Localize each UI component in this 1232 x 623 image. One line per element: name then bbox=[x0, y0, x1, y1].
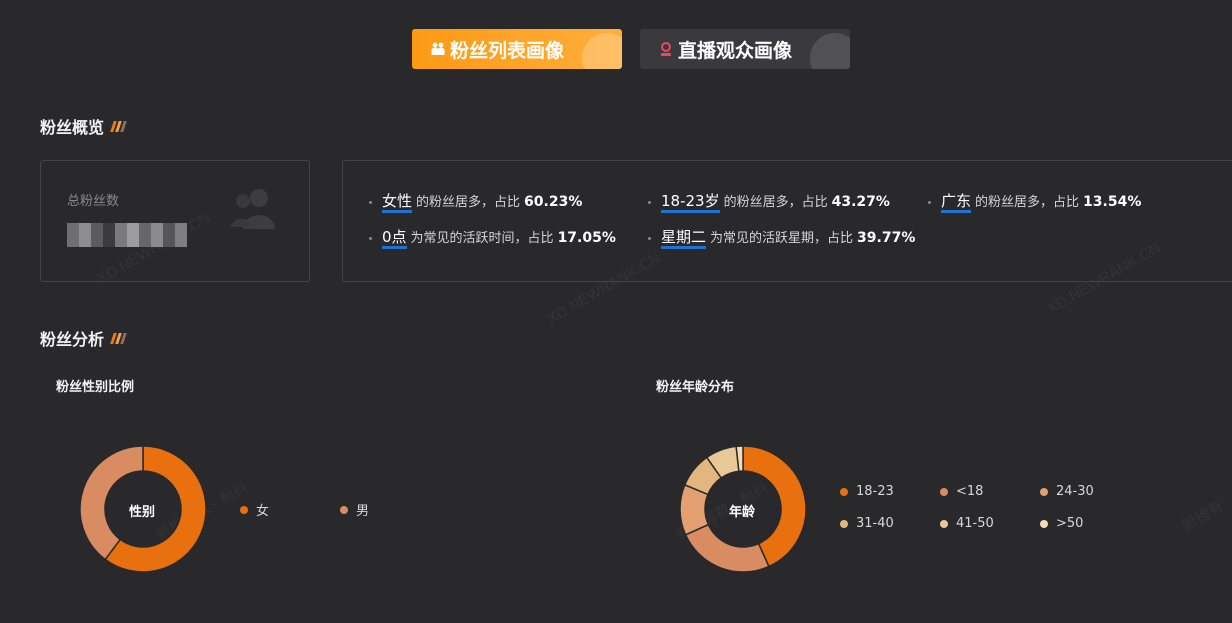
legend-label: 24-30 bbox=[1056, 484, 1094, 499]
legend-label: >50 bbox=[1056, 516, 1084, 531]
section-title-text: 粉丝分析 bbox=[40, 330, 105, 349]
donut-slice-<18[interactable] bbox=[684, 523, 770, 573]
legend-label: <18 bbox=[956, 484, 984, 499]
legend-item[interactable]: <18 bbox=[940, 484, 983, 499]
stat-gender: 女性 的粉丝居多，占比 60.23% bbox=[369, 191, 582, 213]
watermark: 新榜有 bbox=[1179, 497, 1227, 535]
stat-key: 0点 bbox=[382, 228, 407, 249]
tab-decoration bbox=[582, 33, 622, 69]
legend-dot bbox=[840, 487, 848, 496]
stat-text: 的粉丝居多，占比 bbox=[975, 195, 1080, 210]
stat-text: 的粉丝居多，占比 bbox=[416, 195, 521, 210]
section-title-analysis: 粉丝分析 bbox=[40, 326, 127, 350]
fans-group-icon bbox=[230, 189, 275, 229]
section-title-overview: 粉丝概览 bbox=[40, 114, 127, 138]
legend-label: 女 bbox=[256, 504, 270, 519]
users-icon bbox=[430, 41, 446, 57]
tab-decoration bbox=[810, 33, 850, 69]
legend-dot bbox=[840, 519, 848, 528]
bullet bbox=[648, 236, 651, 240]
page: XD.NEWRANK.CN XD.NEWRANK.CN XD.NEWRANK.C… bbox=[0, 0, 1232, 623]
legend-item[interactable]: 18-23 bbox=[840, 484, 894, 499]
legend-item[interactable]: 24-30 bbox=[1040, 484, 1094, 499]
stat-pct: 39.77% bbox=[857, 230, 916, 246]
section-title-text: 粉丝概览 bbox=[40, 118, 105, 137]
total-fans-label: 总粉丝数 bbox=[67, 194, 120, 209]
stat-age: 18-23岁 的粉丝居多，占比 43.27% bbox=[648, 191, 890, 213]
tab-label: 粉丝列表画像 bbox=[450, 39, 565, 62]
legend-dot bbox=[940, 519, 948, 528]
title-decoration-icon bbox=[110, 120, 127, 132]
stat-key: 18-23岁 bbox=[661, 192, 720, 213]
title-decoration-icon bbox=[110, 332, 127, 344]
gender-center-label: 性别 bbox=[129, 505, 156, 520]
total-fans-value-blurred bbox=[67, 223, 187, 247]
stat-active-weekday: 星期二 为常见的活跃星期，占比 39.77% bbox=[648, 227, 915, 249]
stat-key: 星期二 bbox=[661, 228, 707, 249]
legend-label: 18-23 bbox=[856, 484, 894, 499]
gender-chart-title: 粉丝性别比例 bbox=[56, 380, 135, 395]
stat-key: 广东 bbox=[941, 192, 972, 213]
legend-item[interactable]: 男 bbox=[340, 500, 369, 519]
tab-fan-list-portrait[interactable]: 粉丝列表画像 bbox=[412, 29, 622, 69]
stat-active-time: 0点 为常见的活跃时间，占比 17.05% bbox=[369, 227, 616, 249]
stat-text: 的粉丝居多，占比 bbox=[723, 195, 828, 210]
legend-item[interactable]: 女 bbox=[240, 500, 269, 519]
stat-text: 为常见的活跃时间，占比 bbox=[410, 231, 554, 246]
legend-item[interactable]: >50 bbox=[1040, 516, 1083, 531]
portrait-tabs: 粉丝列表画像 直播观众画像 bbox=[412, 29, 850, 69]
bullet bbox=[369, 236, 372, 240]
stat-pct: 43.27% bbox=[831, 194, 890, 210]
legend-dot bbox=[340, 505, 348, 514]
legend-dot bbox=[240, 505, 248, 514]
tab-live-audience-portrait[interactable]: 直播观众画像 bbox=[640, 29, 850, 69]
legend-item[interactable]: 31-40 bbox=[840, 516, 894, 531]
bullet bbox=[648, 200, 651, 204]
age-center-label: 年龄 bbox=[729, 505, 756, 520]
bullet bbox=[369, 200, 372, 204]
legend-dot bbox=[940, 487, 948, 496]
stat-pct: 60.23% bbox=[524, 194, 583, 210]
legend-item[interactable]: 41-50 bbox=[940, 516, 994, 531]
legend-label: 41-50 bbox=[956, 516, 994, 531]
legend-dot bbox=[1040, 487, 1048, 496]
age-chart-title: 粉丝年龄分布 bbox=[656, 380, 735, 395]
legend-label: 男 bbox=[356, 504, 370, 519]
stat-text: 为常见的活跃星期，占比 bbox=[710, 231, 854, 246]
stat-pct: 13.54% bbox=[1083, 194, 1142, 210]
fans-summary-card: 女性 的粉丝居多，占比 60.23% 18-23岁 的粉丝居多，占比 43.27… bbox=[342, 160, 1232, 282]
total-fans-card: 总粉丝数 bbox=[40, 160, 310, 282]
stat-region: 广东 的粉丝居多，占比 13.54% bbox=[928, 191, 1141, 213]
bullet bbox=[928, 200, 931, 204]
tab-label: 直播观众画像 bbox=[678, 39, 793, 62]
legend-label: 31-40 bbox=[856, 516, 894, 531]
stat-key: 女性 bbox=[382, 192, 413, 213]
legend-dot bbox=[1040, 519, 1048, 528]
stat-pct: 17.05% bbox=[557, 230, 616, 246]
live-user-icon bbox=[658, 41, 674, 57]
